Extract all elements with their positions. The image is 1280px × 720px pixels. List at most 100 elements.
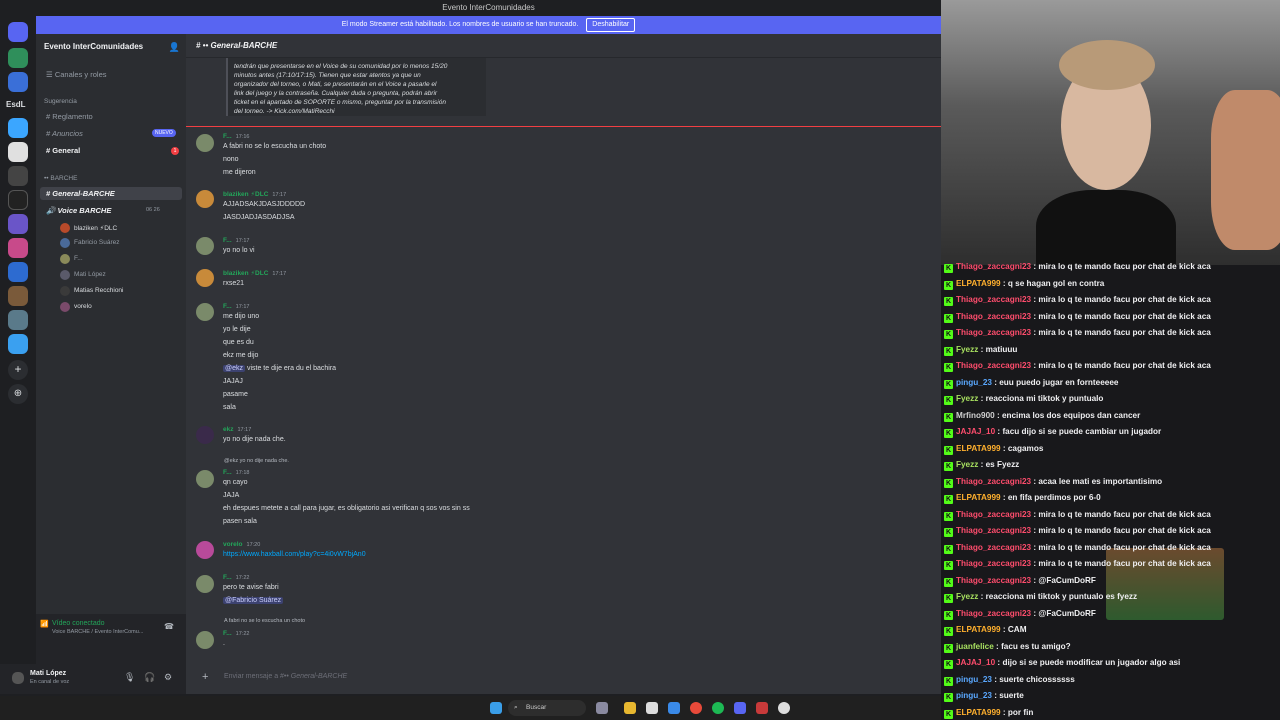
chat-username[interactable]: ELPATA999 bbox=[956, 444, 1001, 453]
server-icon[interactable] bbox=[8, 334, 28, 354]
chat-username[interactable]: Thiago_zaccagni23 bbox=[956, 328, 1031, 337]
avatar[interactable] bbox=[196, 426, 214, 444]
voice-user[interactable]: Fabricio Suárez bbox=[74, 239, 120, 246]
server-icon[interactable] bbox=[8, 310, 28, 330]
reply-preview[interactable]: A fabri no se lo escucha un choto bbox=[224, 618, 305, 624]
voice-user[interactable]: F... bbox=[74, 255, 83, 262]
disable-streamer-button[interactable]: Deshabilitar bbox=[586, 18, 636, 32]
server-label[interactable]: EsdL bbox=[6, 100, 26, 109]
app-icon[interactable] bbox=[668, 702, 680, 714]
channels-roles-link[interactable]: ☰ Canales y roles bbox=[46, 70, 107, 79]
chat-username[interactable]: ELPATA999 bbox=[956, 493, 1001, 502]
discord-icon[interactable] bbox=[734, 702, 746, 714]
add-member-icon[interactable]: 👤 bbox=[169, 42, 180, 53]
chat-username[interactable]: JAJAJ_10 bbox=[956, 427, 995, 436]
user-mention[interactable]: @Fabricio Suárez bbox=[223, 597, 284, 604]
chat-username[interactable]: Thiago_zaccagni23 bbox=[956, 312, 1031, 321]
chat-username[interactable]: ELPATA999 bbox=[956, 279, 1001, 288]
disconnect-icon[interactable]: ☎ bbox=[164, 622, 174, 631]
settings-gear-icon[interactable]: ⚙ bbox=[164, 672, 172, 683]
chat-username[interactable]: Fyezz bbox=[956, 345, 978, 354]
voice-user[interactable]: blaziken ⚡DLC bbox=[74, 224, 117, 232]
channel-reglamento[interactable]: # Reglamento bbox=[46, 112, 93, 121]
chat-username[interactable]: ELPATA999 bbox=[956, 625, 1001, 634]
chat-username[interactable]: juanfelice bbox=[956, 642, 994, 651]
add-attachment-icon[interactable]: + bbox=[202, 668, 208, 686]
server-icon[interactable] bbox=[8, 166, 28, 186]
chat-username[interactable]: Thiago_zaccagni23 bbox=[956, 576, 1031, 585]
user-mention[interactable]: @ekz bbox=[223, 365, 245, 372]
message-author[interactable]: blaziken ⚡DLC 17:17 bbox=[223, 269, 286, 277]
server-icon[interactable] bbox=[8, 286, 28, 306]
app-icon[interactable] bbox=[596, 702, 608, 714]
chrome-icon[interactable] bbox=[690, 702, 702, 714]
message-author[interactable]: F... 17:17 bbox=[223, 237, 249, 244]
server-icon[interactable] bbox=[8, 238, 28, 258]
avatar[interactable] bbox=[12, 672, 24, 684]
chat-username[interactable]: Thiago_zaccagni23 bbox=[956, 477, 1031, 486]
message-author[interactable]: F... 17:17 bbox=[223, 303, 249, 310]
chat-username[interactable]: Fyezz bbox=[956, 460, 978, 469]
message-author[interactable]: blaziken ⚡DLC 17:17 bbox=[223, 190, 286, 198]
chat-username[interactable]: Thiago_zaccagni23 bbox=[956, 543, 1031, 552]
server-icon[interactable] bbox=[8, 48, 28, 68]
discord-home-icon[interactable] bbox=[8, 22, 28, 42]
windows-start-icon[interactable] bbox=[490, 702, 502, 714]
channel-general-barche[interactable]: # General-BARCHE bbox=[46, 189, 115, 198]
server-icon[interactable] bbox=[8, 142, 28, 162]
message-author[interactable]: vorelo 17:20 bbox=[223, 541, 260, 548]
chat-username[interactable]: Thiago_zaccagni23 bbox=[956, 262, 1031, 271]
folder-icon[interactable] bbox=[624, 702, 636, 714]
channel-general[interactable]: # General bbox=[46, 146, 80, 155]
avatar[interactable] bbox=[196, 134, 214, 152]
category-barche[interactable]: •• BARCHE bbox=[44, 175, 77, 182]
message-author[interactable]: ekz 17:17 bbox=[223, 426, 251, 433]
chat-username[interactable]: Thiago_zaccagni23 bbox=[956, 526, 1031, 535]
voice-user[interactable]: Matias Recchioni bbox=[74, 287, 124, 294]
chat-username[interactable]: pingu_23 bbox=[956, 691, 992, 700]
chat-username[interactable]: Mrfino900 bbox=[956, 411, 995, 420]
discover-icon[interactable]: ⊕ bbox=[8, 384, 28, 404]
server-icon[interactable] bbox=[8, 214, 28, 234]
avatar[interactable] bbox=[196, 631, 214, 649]
app-icon[interactable] bbox=[756, 702, 768, 714]
category-sugerencia[interactable]: Sugerencia bbox=[44, 98, 77, 105]
message-author[interactable]: F... 17:16 bbox=[223, 133, 249, 140]
app-icon[interactable] bbox=[646, 702, 658, 714]
avatar[interactable] bbox=[196, 541, 214, 559]
avatar[interactable] bbox=[196, 470, 214, 488]
voice-user[interactable]: vorelo bbox=[74, 303, 92, 310]
voice-user[interactable]: Mati López bbox=[74, 271, 106, 278]
avatar[interactable] bbox=[196, 190, 214, 208]
obs-icon[interactable] bbox=[778, 702, 790, 714]
taskbar-search[interactable]: ⌕ Buscar bbox=[508, 700, 586, 716]
chat-username[interactable]: Thiago_zaccagni23 bbox=[956, 609, 1031, 618]
add-server-icon[interactable]: + bbox=[8, 360, 28, 380]
message-author[interactable]: F... 17:18 bbox=[223, 469, 249, 476]
chat-username[interactable]: ELPATA999 bbox=[956, 708, 1001, 717]
message-author[interactable]: F... 17:22 bbox=[223, 574, 249, 581]
reply-preview[interactable]: @ekz yo no dije nada che. bbox=[224, 458, 289, 464]
headphones-icon[interactable]: 🎧 bbox=[144, 672, 155, 683]
server-icon[interactable] bbox=[8, 72, 28, 92]
avatar[interactable] bbox=[196, 269, 214, 287]
chat-username[interactable]: JAJAJ_10 bbox=[956, 658, 995, 667]
mic-icon[interactable]: 🎙 bbox=[124, 672, 135, 683]
chat-username[interactable]: Thiago_zaccagni23 bbox=[956, 361, 1031, 370]
chat-username[interactable]: Fyezz bbox=[956, 394, 978, 403]
message-input[interactable]: + Enviar mensaje a #•• General-BARCHE bbox=[196, 668, 931, 686]
avatar[interactable] bbox=[196, 237, 214, 255]
avatar[interactable] bbox=[196, 303, 214, 321]
channel-anuncios[interactable]: # Anuncios bbox=[46, 129, 83, 138]
chat-username[interactable]: Thiago_zaccagni23 bbox=[956, 559, 1031, 568]
spotify-icon[interactable] bbox=[712, 702, 724, 714]
message-link[interactable]: https://www.haxball.com/play?c=4i0vW7bjA… bbox=[223, 551, 366, 558]
server-icon[interactable] bbox=[8, 118, 28, 138]
chat-username[interactable]: pingu_23 bbox=[956, 675, 992, 684]
message-author[interactable]: F... 17:22 bbox=[223, 630, 249, 637]
voice-channel-barche[interactable]: 🔊 Voice BARCHE bbox=[46, 206, 111, 215]
voice-sub[interactable]: Voice BARCHE / Evento InterComu... bbox=[52, 629, 143, 635]
chat-username[interactable]: Thiago_zaccagni23 bbox=[956, 295, 1031, 304]
server-icon[interactable] bbox=[8, 190, 28, 210]
server-icon[interactable] bbox=[8, 262, 28, 282]
